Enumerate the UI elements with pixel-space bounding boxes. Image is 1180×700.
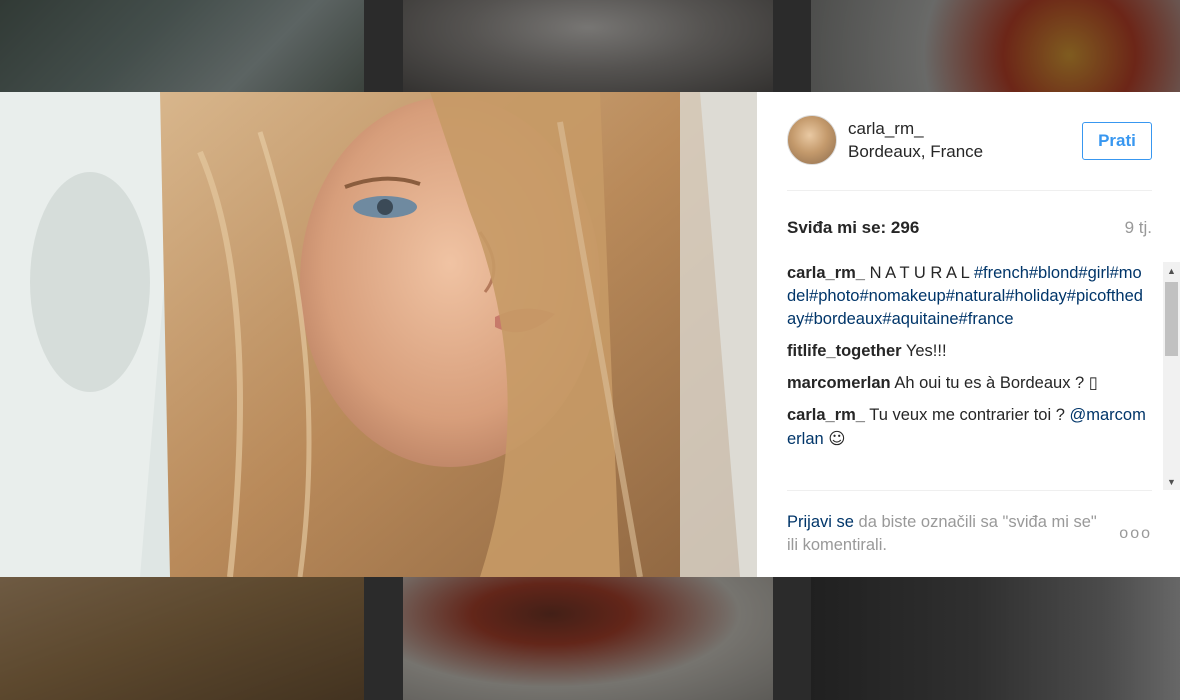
comment-item: carla_rm_ Tu veux me contrarier toi ? @m… — [787, 404, 1147, 451]
comment-username[interactable]: marcomerlan — [787, 374, 891, 392]
comment-text: N A T U R A L — [869, 264, 970, 282]
feed-thumbnail — [403, 577, 773, 700]
scrollbar-thumb[interactable] — [1165, 282, 1178, 356]
caption: carla_rm_ N A T U R A L #french#blond#gi… — [787, 262, 1147, 331]
scroll-down-arrow-icon[interactable]: ▼ — [1163, 473, 1180, 490]
location-link[interactable]: Bordeaux, France — [848, 142, 983, 162]
feed-thumbnail — [811, 0, 1180, 92]
post-modal: carla_rm_ Bordeaux, France Prati Sviđa m… — [0, 92, 1180, 577]
comment-text: Yes!!! — [905, 342, 947, 360]
comment-text: Ah oui tu es à Bordeaux ? ▯ — [894, 374, 1098, 392]
feed-thumbnail — [0, 577, 364, 700]
post-photo-illustration — [0, 92, 757, 577]
smile-emoji-icon: ☺ — [828, 429, 846, 448]
username-link[interactable]: carla_rm_ — [848, 119, 924, 139]
post-footer: Prijavi se da biste označili sa "sviđa m… — [787, 490, 1152, 578]
feed-thumbnail — [0, 0, 364, 92]
login-prompt: Prijavi se da biste označili sa "sviđa m… — [787, 511, 1097, 557]
feed-thumbnail — [403, 0, 773, 92]
comment-text: Tu veux me contrarier toi ? — [869, 406, 1065, 424]
comment-item: marcomerlan Ah oui tu es à Bordeaux ? ▯ — [787, 372, 1147, 395]
comment-username[interactable]: fitlife_together — [787, 342, 902, 360]
post-sidebar: carla_rm_ Bordeaux, France Prati Sviđa m… — [757, 92, 1180, 577]
login-link[interactable]: Prijavi se — [787, 513, 854, 531]
comment-username[interactable]: carla_rm_ — [787, 264, 865, 282]
comments-list[interactable]: carla_rm_ N A T U R A L #french#blond#gi… — [787, 262, 1147, 490]
post-header: carla_rm_ Bordeaux, France Prati — [787, 92, 1152, 191]
likes-count[interactable]: Sviđa mi se: 296 — [787, 218, 919, 238]
more-options-icon[interactable]: ooo — [1119, 525, 1152, 543]
feed-thumbnail — [811, 577, 1180, 700]
post-timestamp[interactable]: 9 tj. — [1125, 218, 1152, 238]
scroll-up-arrow-icon[interactable]: ▲ — [1163, 262, 1180, 279]
comment-username[interactable]: carla_rm_ — [787, 406, 865, 424]
comment-item: fitlife_together Yes!!! — [787, 340, 1147, 363]
avatar[interactable] — [787, 115, 837, 165]
comments-scrollbar[interactable]: ▲ ▼ — [1163, 262, 1180, 490]
follow-button[interactable]: Prati — [1082, 122, 1152, 160]
post-photo[interactable] — [0, 92, 757, 577]
